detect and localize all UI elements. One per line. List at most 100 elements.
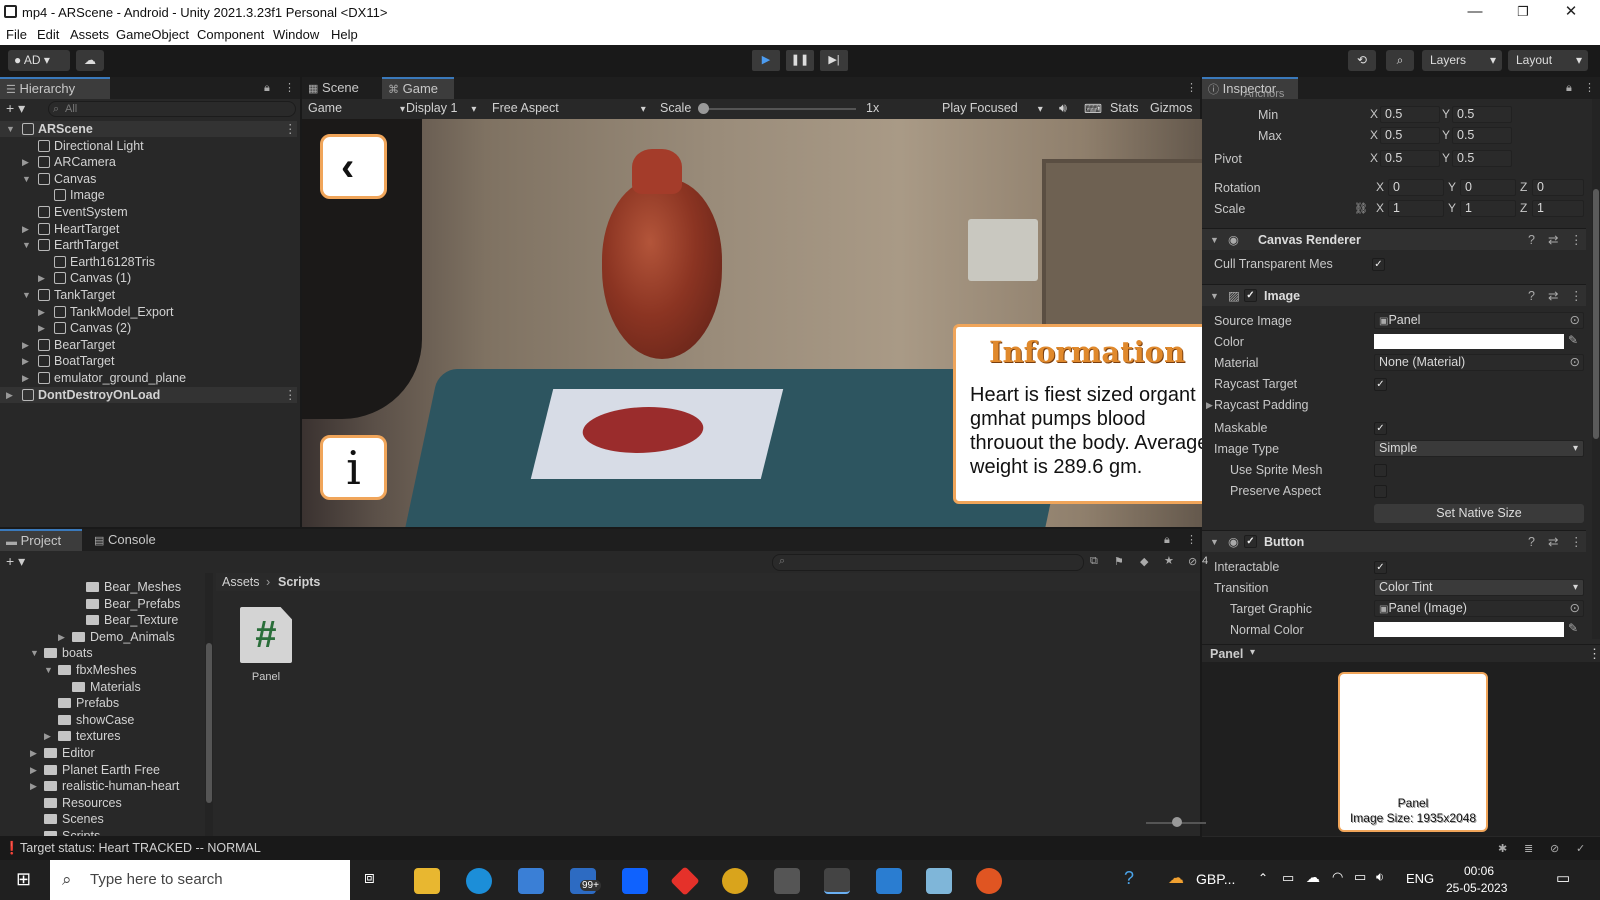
keyboard-icon[interactable]: ⌨ xyxy=(1084,101,1102,116)
info-button[interactable]: i xyxy=(320,435,387,500)
breadcrumb-scripts[interactable]: Scripts xyxy=(278,573,320,591)
collapse-arrow-icon[interactable]: ▶ xyxy=(22,337,29,353)
help-icon[interactable]: ? xyxy=(1124,868,1134,889)
preset-icon[interactable]: ⇄ xyxy=(1548,285,1558,307)
status-text[interactable]: Target status: Heart TRACKED -- NORMAL xyxy=(20,837,261,859)
tab-console[interactable]: ▤ Console xyxy=(88,529,168,551)
layers-dropdown[interactable]: Layers ▾ xyxy=(1422,50,1502,71)
hierarchy-item[interactable]: ▶ BearTarget xyxy=(0,337,297,353)
collapse-arrow-icon[interactable]: ▶ xyxy=(38,320,45,336)
more-icon[interactable]: ⋮ xyxy=(1570,531,1583,553)
scale-x-field[interactable]: 1 xyxy=(1388,200,1444,217)
file-explorer-icon[interactable] xyxy=(414,868,440,894)
clock-time[interactable]: 00:06 xyxy=(1464,864,1494,878)
aspect-dropdown[interactable]: Free Aspect ▾ xyxy=(492,101,646,115)
expand-arrow-icon[interactable]: ▼ xyxy=(22,237,31,253)
folder-arrow-icon[interactable]: ▼ xyxy=(44,662,53,678)
tab-scene[interactable]: ▦ Scene xyxy=(302,77,382,99)
anydesk-icon[interactable] xyxy=(670,866,700,896)
raycast-padding-arrow-icon[interactable]: ▶ xyxy=(1206,396,1213,414)
set-native-size-button[interactable]: Set Native Size xyxy=(1374,504,1584,523)
image-type-dropdown[interactable]: Simple ▾ xyxy=(1374,440,1584,457)
project-folder-item[interactable]: Materials xyxy=(0,679,205,695)
more-icon[interactable]: ⋮ xyxy=(284,121,297,137)
unity-editor-icon[interactable] xyxy=(824,868,850,894)
chrome-icon[interactable] xyxy=(722,868,748,894)
debug-icon[interactable]: ✱ xyxy=(1498,838,1507,860)
currency-widget[interactable]: GBP... xyxy=(1196,871,1235,887)
more-icon[interactable]: ⋮ xyxy=(1186,533,1197,546)
hierarchy-item[interactable]: EventSystem xyxy=(0,204,297,220)
expand-arrow-icon[interactable]: ▼ xyxy=(6,121,15,137)
project-folder-item[interactable]: ▶ Editor xyxy=(0,745,205,761)
normal-color-swatch[interactable] xyxy=(1374,622,1564,637)
scale-slider-thumb[interactable] xyxy=(698,103,709,114)
menu-window[interactable]: Window xyxy=(273,27,319,42)
search-button[interactable]: ⌕ xyxy=(1386,50,1414,71)
edge-browser-icon[interactable] xyxy=(466,868,492,894)
taskbar-search-box[interactable]: ⌕ Type here to search xyxy=(50,860,350,900)
hierarchy-item[interactable]: ▶ Canvas (2) xyxy=(0,320,297,336)
back-button[interactable]: ‹ xyxy=(320,134,387,199)
display-dropdown[interactable]: Display 1 ▾ xyxy=(406,101,476,115)
more-icon[interactable]: ⋮ xyxy=(1186,81,1197,94)
inspector-scrollbar[interactable] xyxy=(1592,99,1600,639)
battery-icon[interactable]: ▭ xyxy=(1354,869,1366,885)
link-icon[interactable]: ⛓ xyxy=(1354,202,1368,215)
onedrive-icon[interactable]: ☁ xyxy=(1306,869,1320,886)
more-icon[interactable]: ⋮ xyxy=(1584,81,1595,94)
project-folder-item[interactable]: Scripts xyxy=(0,828,205,836)
project-folder-item[interactable]: ▶ Demo_Animals xyxy=(0,629,205,645)
volume-icon[interactable]: 🔉︎ xyxy=(1376,869,1384,885)
interactable-checkbox[interactable]: ✓ xyxy=(1374,561,1387,574)
help-icon[interactable]: ? xyxy=(1528,229,1535,251)
inspector-scroll-thumb[interactable] xyxy=(1593,189,1599,439)
hierarchy-item[interactable]: ▶ TankModel_Export xyxy=(0,304,297,320)
notifications-icon[interactable]: ▭ xyxy=(1556,869,1570,887)
add-icon[interactable]: + ▾ xyxy=(6,100,25,117)
hierarchy-item[interactable]: ▶ DontDestroyOnLoad ⋮ xyxy=(0,386,297,403)
button-component-header[interactable]: ▼ ◉ ✓ Button ? ⇄ ⋮ xyxy=(1202,530,1586,552)
folder-arrow-icon[interactable]: ▶ xyxy=(30,778,37,794)
icon-size-slider-thumb[interactable] xyxy=(1172,817,1182,827)
object-picker-icon[interactable]: ⊙ xyxy=(1570,355,1580,370)
cloud-button[interactable]: ☁ xyxy=(76,50,104,71)
menu-assets[interactable]: Assets xyxy=(70,27,109,42)
anchor-min-x-field[interactable]: 0.5 xyxy=(1380,106,1440,123)
step-button[interactable]: ▶| xyxy=(820,50,848,71)
project-folder-item[interactable]: ▶ Planet Earth Free xyxy=(0,762,205,778)
more-icon[interactable]: ⋮ xyxy=(284,387,297,403)
button-enabled-checkbox[interactable]: ✓ xyxy=(1244,535,1257,548)
help-icon[interactable]: ? xyxy=(1528,285,1535,307)
transition-dropdown[interactable]: Color Tint ▾ xyxy=(1374,579,1584,596)
stats-button[interactable]: Stats xyxy=(1110,101,1139,115)
more-icon[interactable]: ⋮ xyxy=(1570,285,1583,307)
rotation-z-field[interactable]: 0 xyxy=(1532,179,1584,196)
collapse-arrow-icon[interactable]: ▶ xyxy=(22,353,29,369)
project-folder-item[interactable]: Bear_Prefabs xyxy=(0,596,205,612)
pivot-y-field[interactable]: 0.5 xyxy=(1452,150,1512,167)
project-folder-item[interactable]: Bear_Texture xyxy=(0,612,205,628)
weather-icon[interactable]: ☁ xyxy=(1168,868,1184,888)
folder-arrow-icon[interactable]: ▶ xyxy=(58,629,65,645)
windows-start-icon[interactable]: ⊞ xyxy=(16,869,31,890)
collapse-arrow-icon[interactable]: ▶ xyxy=(22,370,29,386)
pivot-x-field[interactable]: 0.5 xyxy=(1380,150,1440,167)
project-folder-item[interactable]: showCase xyxy=(0,712,205,728)
tab-project[interactable]: ▬ Project xyxy=(0,529,82,551)
unity-hub-icon[interactable] xyxy=(774,868,800,894)
image-component-header[interactable]: ▼ ▨ ✓ Image ? ⇄ ⋮ xyxy=(1202,284,1586,306)
scale-y-field[interactable]: 1 xyxy=(1460,200,1516,217)
lock-icon[interactable]: 🔒︎ xyxy=(264,82,270,95)
task-view-icon[interactable]: ⧈ xyxy=(364,868,375,888)
hierarchy-item[interactable]: ▶ emulator_ground_plane xyxy=(0,370,297,386)
use-sprite-mesh-checkbox[interactable] xyxy=(1374,464,1387,477)
hidden-packages-icon[interactable]: ⊘ xyxy=(1188,555,1197,568)
project-folder-item[interactable]: ▼ boats xyxy=(0,645,205,661)
dropbox-icon[interactable] xyxy=(622,868,648,894)
project-folder-item[interactable]: Prefabs xyxy=(0,695,205,711)
collapse-arrow-icon[interactable]: ▶ xyxy=(6,387,13,403)
collapse-arrow-icon[interactable]: ▶ xyxy=(38,304,45,320)
tab-hierarchy[interactable]: ☰ Hierarchy xyxy=(0,77,110,99)
mail-icon[interactable]: 99+ xyxy=(570,868,601,894)
